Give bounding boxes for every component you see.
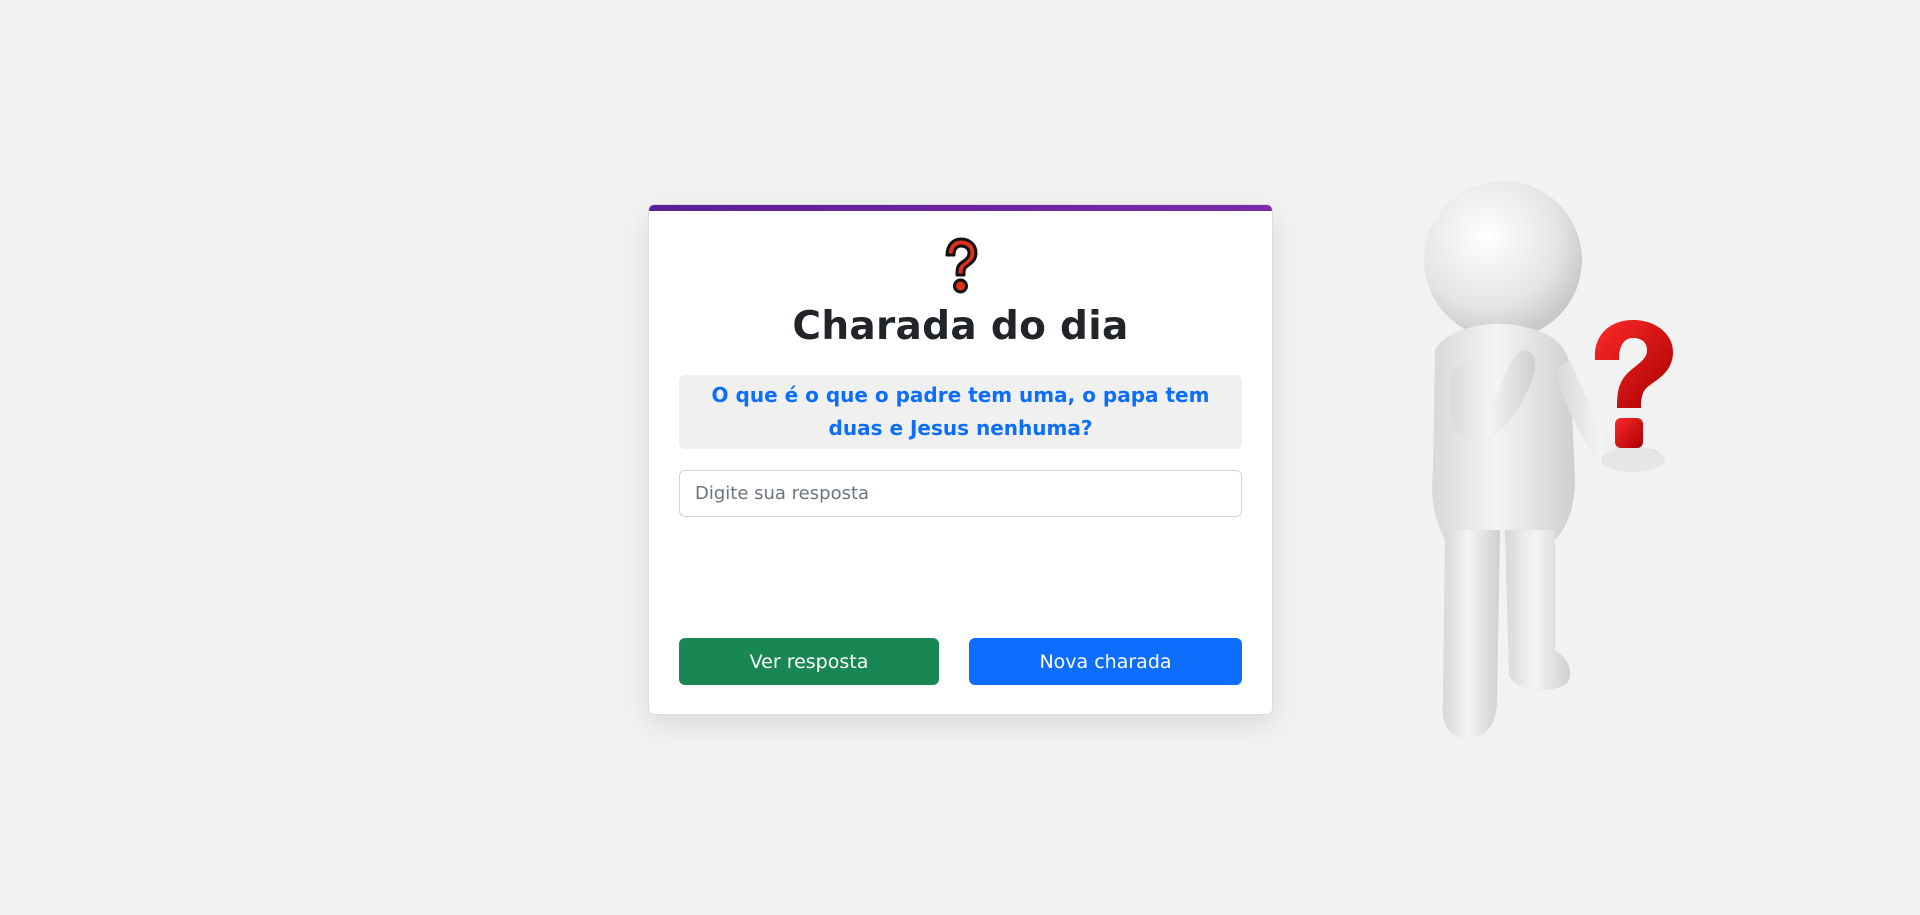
riddle-text: O que é o que o padre tem uma, o papa te… bbox=[679, 375, 1242, 449]
riddle-card: Charada do dia O que é o que o padre tem… bbox=[648, 204, 1273, 715]
page: Charada do dia O que é o que o padre tem… bbox=[0, 0, 1920, 915]
new-riddle-button[interactable]: Nova charada bbox=[969, 638, 1242, 685]
page-title: Charada do dia bbox=[792, 304, 1129, 349]
thinking-figure-illustration bbox=[1424, 181, 1673, 739]
show-answer-button[interactable]: Ver resposta bbox=[679, 638, 939, 685]
card-accent-bar bbox=[649, 205, 1272, 211]
answer-input[interactable] bbox=[679, 470, 1242, 517]
question-mark-icon bbox=[945, 237, 978, 294]
